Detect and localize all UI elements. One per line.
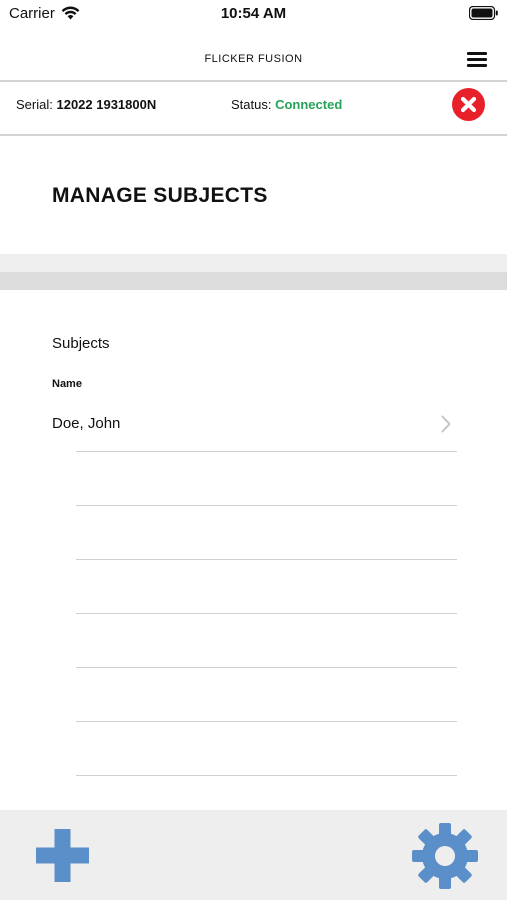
serial-value: 12022 1931800N [56, 97, 157, 112]
hamburger-menu-icon[interactable] [467, 52, 487, 68]
add-subject-button[interactable] [36, 829, 89, 882]
section-divider [0, 254, 507, 272]
app-title: FLICKER FUSION [204, 53, 303, 65]
name-column-header: Name [52, 378, 82, 390]
subject-name: Doe, John [52, 415, 121, 432]
device-status-bar: Serial: 12022 1931800N Status: Connected [0, 84, 507, 136]
settings-button[interactable] [412, 823, 478, 889]
battery-icon [469, 6, 498, 20]
section-divider-dark [0, 272, 507, 290]
page-title: MANAGE SUBJECTS [52, 184, 268, 207]
status-label: Status: [231, 97, 272, 112]
disconnect-button[interactable] [452, 88, 485, 121]
subject-row-empty [52, 452, 457, 506]
nav-bar: FLICKER FUSION [0, 28, 507, 82]
serial-info: Serial: 12022 1931800N [16, 97, 156, 112]
connection-status: Status: Connected [231, 97, 342, 112]
gear-icon [412, 823, 478, 889]
close-circle-icon [460, 96, 477, 113]
serial-label: Serial: [16, 97, 53, 112]
row-divider [76, 775, 457, 776]
status-value: Connected [275, 97, 343, 112]
plus-icon [36, 829, 89, 882]
subject-row-empty [52, 506, 457, 560]
subjects-section-label: Subjects [52, 335, 110, 352]
subject-row[interactable]: Doe, John [52, 398, 457, 452]
status-bar: Carrier 10:54 AM [0, 0, 507, 28]
subject-row-empty [52, 614, 457, 668]
subject-row-empty [52, 560, 457, 614]
chevron-right-icon [441, 415, 451, 433]
subject-row-empty [52, 668, 457, 722]
status-time: 10:54 AM [220, 5, 287, 22]
subject-row-empty [52, 722, 457, 776]
